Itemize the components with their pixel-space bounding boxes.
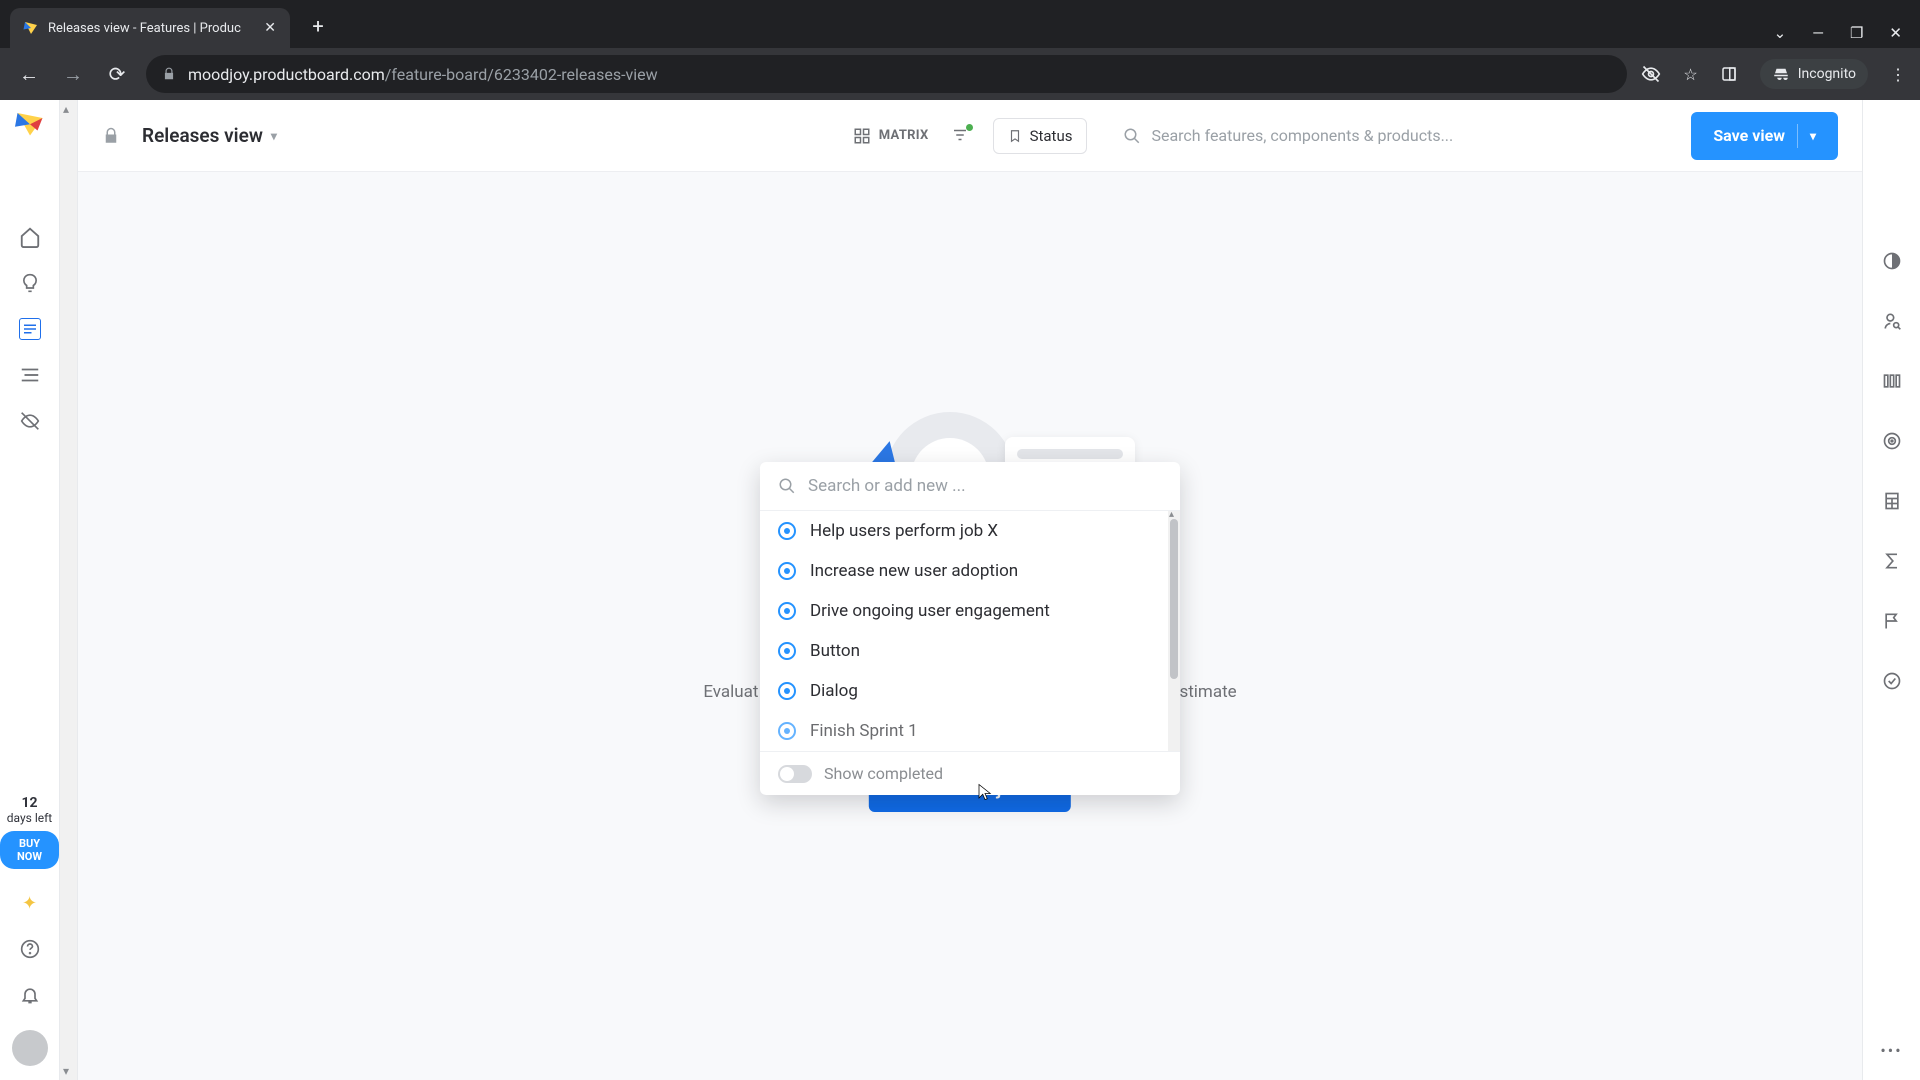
roadmap-icon[interactable]: [19, 364, 41, 386]
address-bar[interactable]: moodjoy.productboard.com/feature-board/6…: [146, 55, 1627, 93]
back-button[interactable]: ←: [14, 62, 44, 87]
bookmark-icon: [1008, 128, 1022, 144]
objective-option[interactable]: Button: [760, 631, 1180, 671]
incognito-label: Incognito: [1798, 66, 1856, 82]
popover-search-input[interactable]: [808, 476, 1162, 496]
objective-option[interactable]: Increase new user adoption: [760, 551, 1180, 591]
scroll-up-icon[interactable]: ▴: [63, 102, 69, 116]
browser-menu-icon[interactable]: ⋮: [1890, 65, 1906, 84]
incognito-icon: [1772, 65, 1790, 83]
matrix-toggle[interactable]: MATRIX: [853, 127, 929, 145]
radio-icon: [778, 682, 796, 700]
buy-now-button[interactable]: BUY NOW: [0, 831, 59, 869]
avatar[interactable]: [12, 1030, 48, 1066]
half-circle-icon[interactable]: [1881, 250, 1903, 272]
objective-option[interactable]: Drive ongoing user engagement: [760, 591, 1180, 631]
radio-icon: [778, 722, 796, 740]
search-placeholder: Search features, components & products..…: [1151, 126, 1453, 145]
scrollbar[interactable]: ▴ ▾: [60, 100, 78, 1080]
tab-close-icon[interactable]: ✕: [264, 20, 276, 36]
status-filter-button[interactable]: Status: [993, 118, 1088, 154]
window-close-icon[interactable]: ✕: [1889, 24, 1902, 42]
popover-search-row: [760, 462, 1180, 511]
objective-option[interactable]: Help users perform job X: [760, 511, 1180, 551]
features-icon[interactable]: [19, 318, 41, 340]
sparkle-icon[interactable]: ✦: [22, 893, 37, 914]
reload-button[interactable]: ⟳: [102, 62, 132, 86]
objective-option[interactable]: Dialog: [760, 671, 1180, 711]
objective-picker-popover: Help users perform job X Increase new us…: [760, 462, 1180, 795]
popover-list: Help users perform job X Increase new us…: [760, 511, 1180, 751]
forward-button[interactable]: →: [58, 62, 88, 87]
window-maximize-icon[interactable]: ❐: [1850, 24, 1863, 42]
search-input[interactable]: Search features, components & products..…: [1109, 118, 1669, 153]
browser-tab[interactable]: Releases view - Features | Produc ✕: [10, 8, 290, 48]
canvas: Evaluat ▾stimate Choose an objective Hel…: [78, 172, 1862, 1080]
eye-off-icon[interactable]: [1641, 64, 1661, 84]
tab-favicon-icon: [22, 19, 40, 37]
left-rail: 12 days left BUY NOW ✦: [0, 100, 60, 1080]
search-icon: [778, 477, 796, 495]
calculator-icon[interactable]: [1881, 490, 1903, 512]
url-text: moodjoy.productboard.com/feature-board/6…: [188, 65, 658, 84]
browser-toolbar: ← → ⟳ moodjoy.productboard.com/feature-b…: [0, 48, 1920, 100]
popover-scrollbar[interactable]: ▴: [1168, 511, 1180, 751]
home-icon[interactable]: [19, 226, 41, 248]
flag-icon[interactable]: [1881, 610, 1903, 632]
tab-title: Releases view - Features | Produc: [48, 21, 256, 36]
portal-icon[interactable]: [19, 410, 41, 432]
popover-footer: Show completed: [760, 751, 1180, 795]
incognito-indicator[interactable]: Incognito: [1760, 59, 1868, 89]
help-icon[interactable]: [19, 938, 41, 960]
new-tab-button[interactable]: +: [304, 14, 332, 38]
topbar: Releases view ▾ MATRIX Status Search fea…: [78, 100, 1862, 172]
target-icon[interactable]: [1881, 430, 1903, 452]
app-logo-icon[interactable]: [15, 108, 45, 138]
scroll-down-icon[interactable]: ▾: [63, 1064, 69, 1078]
segments-icon[interactable]: [1881, 370, 1903, 392]
chevron-down-icon[interactable]: ▾: [1810, 129, 1816, 143]
chevron-down-icon: ▾: [271, 129, 277, 143]
bookmark-star-icon[interactable]: ☆: [1683, 65, 1697, 84]
show-completed-label: Show completed: [824, 764, 943, 783]
window-minimize-icon[interactable]: —: [1812, 24, 1824, 42]
show-completed-toggle[interactable]: [778, 765, 812, 783]
objective-option[interactable]: Finish Sprint 1: [760, 711, 1180, 751]
radio-icon: [778, 562, 796, 580]
lock-icon: [162, 67, 176, 81]
view-lock-icon: [102, 127, 120, 145]
reading-list-icon[interactable]: [1720, 65, 1738, 83]
user-search-icon[interactable]: [1881, 310, 1903, 332]
check-circle-icon[interactable]: [1881, 670, 1903, 692]
right-rail: •••: [1862, 100, 1920, 1080]
save-view-button[interactable]: Save view ▾: [1691, 112, 1838, 160]
radio-icon: [778, 642, 796, 660]
radio-icon: [778, 602, 796, 620]
radio-icon: [778, 522, 796, 540]
bell-icon[interactable]: [19, 984, 41, 1006]
view-title[interactable]: Releases view ▾: [142, 124, 277, 147]
trial-counter: 12 days left BUY NOW: [0, 795, 59, 869]
lightbulb-icon[interactable]: [19, 272, 41, 294]
tab-search-icon[interactable]: ⌄: [1774, 24, 1787, 42]
sigma-icon[interactable]: [1881, 550, 1903, 572]
browser-tabstrip: Releases view - Features | Produc ✕ + ⌄ …: [0, 0, 1920, 48]
search-icon: [1123, 127, 1141, 145]
more-icon[interactable]: •••: [1880, 1041, 1902, 1060]
filter-icon[interactable]: [951, 126, 971, 146]
